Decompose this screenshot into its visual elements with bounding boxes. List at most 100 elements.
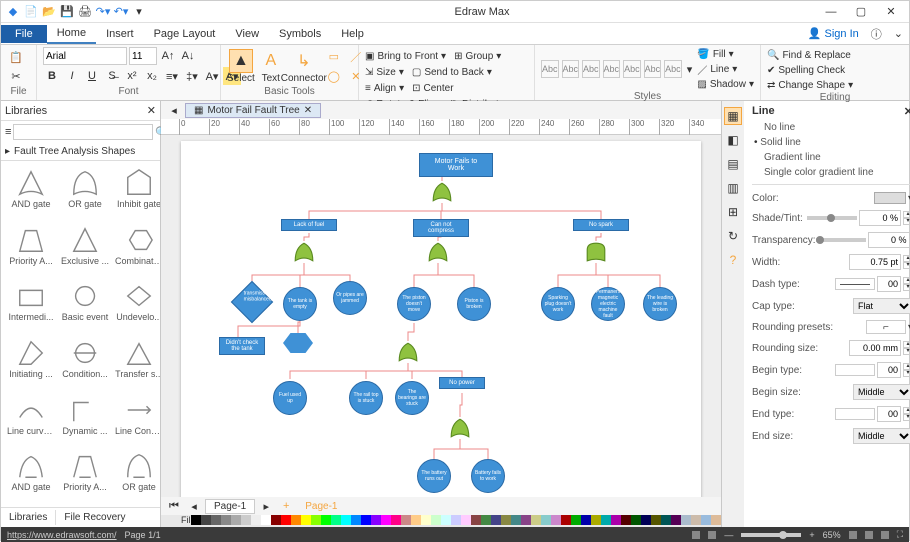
color-swatch[interactable] (521, 515, 531, 525)
cap-select[interactable]: Flat (853, 298, 910, 314)
basic-2[interactable]: Or pipes are jammed (333, 281, 367, 315)
style-swatch-6[interactable]: Abc (644, 60, 662, 78)
style-swatch-2[interactable]: Abc (562, 60, 580, 78)
line-mode-gradient[interactable]: Gradient line (752, 150, 910, 165)
group-button[interactable]: ⊞ Group ▾ (454, 49, 501, 63)
color-swatch[interactable] (221, 515, 231, 525)
shape-priority-a---[interactable]: Priority A... (5, 222, 57, 277)
color-swatch[interactable] (461, 515, 471, 525)
begin-size-select[interactable]: Middle (853, 384, 910, 400)
page[interactable]: Motor Fails to WorkLack of fuelCan not c… (181, 141, 701, 497)
color-swatch[interactable] (441, 515, 451, 525)
line-style-button[interactable]: ／ Line ▾ (697, 62, 754, 76)
color-swatch[interactable] (251, 515, 261, 525)
view-mode-2-icon[interactable] (708, 531, 716, 539)
begin-type-preview[interactable] (835, 364, 875, 376)
tab-help[interactable]: Help (331, 25, 374, 43)
shape-inhibit-gate[interactable]: Inhibit gate (113, 165, 160, 220)
style-swatch-3[interactable]: Abc (582, 60, 600, 78)
qat-undo-icon[interactable]: ↶▾ (113, 4, 129, 20)
page-prev-icon[interactable]: ◂ (185, 497, 203, 515)
color-swatch[interactable] (201, 515, 211, 525)
shape-line-conn---[interactable]: Line Conn... (113, 392, 160, 447)
color-swatch[interactable] (611, 515, 621, 525)
fullscreen-icon[interactable]: ⛶ (897, 529, 903, 540)
bold-button[interactable]: B (43, 67, 61, 85)
style-swatch-4[interactable]: Abc (603, 60, 621, 78)
file-menu[interactable]: File (1, 25, 47, 43)
send-back-button[interactable]: ▢ Send to Back ▾ (412, 65, 492, 79)
shape-circle-icon[interactable]: ◯ (325, 68, 343, 86)
page-add-icon[interactable]: + (277, 497, 295, 515)
shape-dynamic----[interactable]: Dynamic ... (59, 392, 111, 447)
color-swatch[interactable] (211, 515, 221, 525)
rounding-spinner[interactable]: ▴▾ (903, 341, 910, 355)
color-swatch[interactable] (341, 515, 351, 525)
maximize-button[interactable]: ▢ (847, 3, 875, 21)
shadow-button[interactable]: ▨ Shadow ▾ (697, 77, 754, 91)
shape-and-gate[interactable]: AND gate (5, 448, 57, 503)
paste-icon[interactable]: 📋 (7, 48, 25, 66)
zoom-in-icon[interactable]: + (809, 530, 814, 540)
gate-or-2[interactable] (427, 241, 449, 263)
basic-11[interactable]: The rail top is stuck (349, 381, 383, 415)
connector-tool[interactable]: ↳Connector (287, 49, 321, 84)
basic-7[interactable]: The leading wire is broken (643, 287, 677, 321)
help-icon[interactable]: ⓘ (865, 23, 888, 45)
color-swatch[interactable] (321, 515, 331, 525)
doc-tab-close-icon[interactable]: ✕ (304, 105, 312, 116)
color-swatch[interactable] (381, 515, 391, 525)
shape-combinati---[interactable]: Combinati... (113, 222, 160, 277)
basic-8[interactable]: Didn't check the tank (219, 337, 265, 355)
subscript-button[interactable]: x₂ (143, 67, 161, 85)
color-swatch[interactable] (601, 515, 611, 525)
color-swatch[interactable] (271, 515, 281, 525)
width-spinner[interactable]: ▴▾ (903, 255, 910, 269)
rounding-preset[interactable]: ⌐ (866, 320, 906, 334)
shape-or-gate[interactable]: OR gate (59, 165, 111, 220)
text-tool[interactable]: AText (259, 49, 283, 84)
library-category[interactable]: ▸ Fault Tree Analysis Shapes (1, 143, 160, 161)
select-tool[interactable]: ▲Select (227, 49, 255, 84)
color-swatch[interactable] (471, 515, 481, 525)
shade-spinner[interactable]: ▴▾ (903, 211, 910, 225)
shade-value[interactable] (859, 210, 901, 226)
shape-transfer-s---[interactable]: Transfer s... (113, 335, 160, 390)
transparency-value[interactable] (868, 232, 910, 248)
fill-button[interactable]: 🪣 Fill ▾ (697, 47, 754, 61)
rounding-value[interactable] (849, 340, 901, 356)
dash-spinner[interactable]: ▴▾ (903, 277, 910, 291)
basic-13[interactable]: No power (439, 377, 485, 389)
color-swatch[interactable] (591, 515, 601, 525)
color-swatch[interactable] (231, 515, 241, 525)
libraries-close-icon[interactable]: ✕ (147, 104, 156, 117)
zoom-out-icon[interactable]: — (724, 530, 733, 540)
canvas-scroll[interactable]: Motor Fails to WorkLack of fuelCan not c… (161, 135, 721, 497)
shape-initiating----[interactable]: Initiating ... (5, 335, 57, 390)
dock-shadow-icon[interactable]: ▤ (724, 155, 742, 173)
dock-fill-icon[interactable]: ◧ (724, 131, 742, 149)
shape-or-gate[interactable]: OR gate (113, 448, 160, 503)
color-swatch[interactable] (351, 515, 361, 525)
font-size-select[interactable] (129, 47, 157, 65)
color-swatch[interactable] (361, 515, 371, 525)
shape-and-gate[interactable]: AND gate (5, 165, 57, 220)
underline-button[interactable]: U (83, 67, 101, 85)
gate-or-0[interactable] (431, 181, 453, 203)
color-swatch[interactable] (451, 515, 461, 525)
tabstrip-prev-icon[interactable]: ◂ (165, 101, 183, 119)
shade-slider[interactable] (807, 216, 857, 220)
tab-view[interactable]: View (225, 25, 269, 43)
line-mode-single-gradient[interactable]: Single color gradient line (752, 165, 910, 180)
line-panel-close-icon[interactable]: ✕ (904, 105, 910, 118)
center-button[interactable]: ⊡ Center (412, 81, 453, 95)
shrink-font-icon[interactable]: A↓ (179, 47, 197, 65)
dash-preview[interactable] (835, 278, 875, 290)
superscript-button[interactable]: x² (123, 67, 141, 85)
style-more-icon[interactable]: ▾ (685, 60, 695, 78)
shape-exclusive----[interactable]: Exclusive ... (59, 222, 111, 277)
bring-front-button[interactable]: ▣ Bring to Front ▾ (365, 49, 446, 63)
color-swatch[interactable] (541, 515, 551, 525)
shape-line-curve---[interactable]: Line curve... (5, 392, 57, 447)
status-icon-1[interactable] (849, 531, 857, 539)
